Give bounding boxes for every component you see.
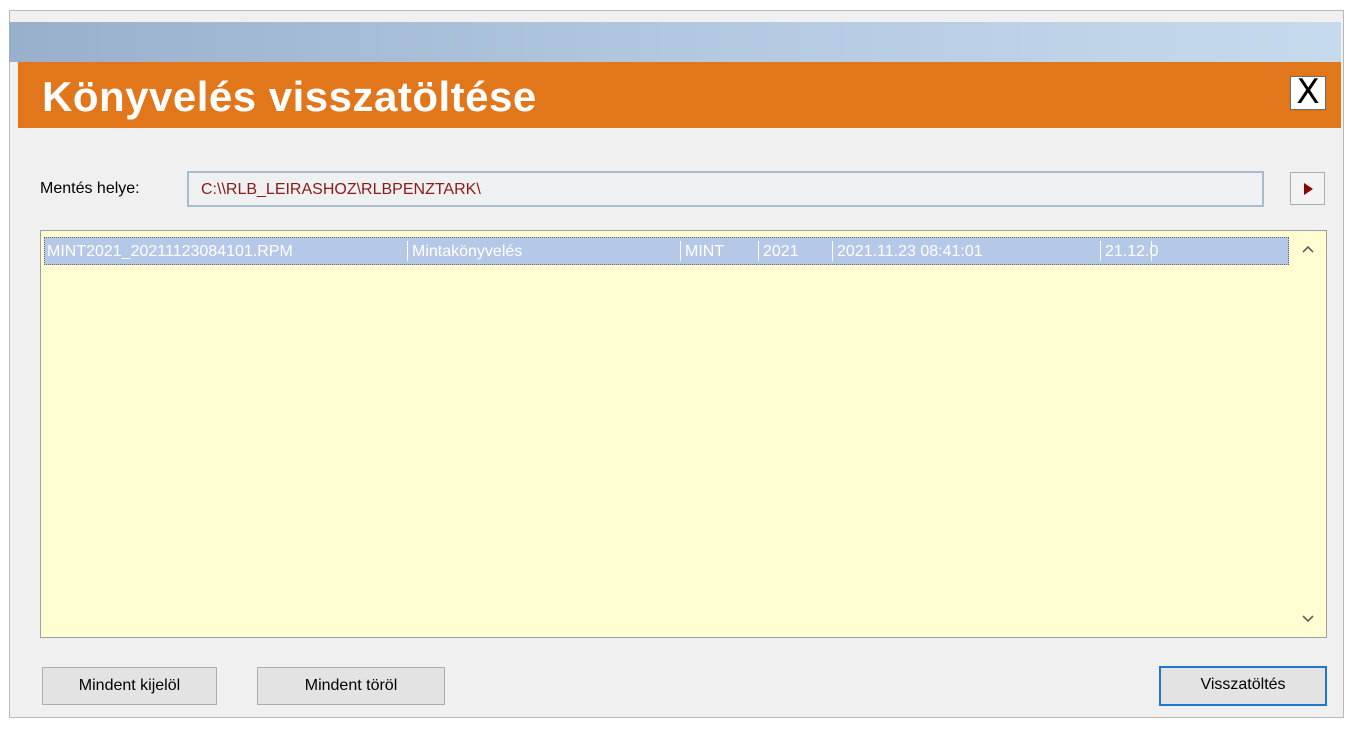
- column-separator: [758, 241, 759, 261]
- save-location-label: Mentés helye:: [40, 180, 140, 197]
- select-all-button[interactable]: Mindent kijelöl: [42, 667, 217, 705]
- dialog-title: Könyvelés visszatöltése: [42, 73, 537, 120]
- close-icon: X: [1296, 72, 1320, 112]
- chevron-down-icon[interactable]: [1300, 611, 1316, 627]
- play-arrow-icon: [1304, 183, 1313, 195]
- chevron-up-icon[interactable]: [1300, 241, 1316, 257]
- file-name-cell: MINT2021_20211123084101.RPM: [47, 243, 293, 260]
- clear-all-button[interactable]: Mindent töröl: [257, 667, 445, 705]
- window-caption-strip: [9, 22, 1341, 62]
- column-separator: [1151, 241, 1152, 261]
- code-cell: MINT: [685, 243, 725, 260]
- column-separator: [832, 241, 833, 261]
- close-button[interactable]: X: [1290, 75, 1326, 110]
- year-cell: 2021: [763, 243, 799, 260]
- name-cell: Mintakönyvelés: [412, 243, 523, 260]
- datetime-cell: 2021.11.23 08:41:01: [837, 243, 983, 260]
- list-item[interactable]: MINT2021_20211123084101.RPM Mintakönyvel…: [44, 237, 1289, 265]
- dialog-title-bar: Könyvelés visszatöltése X: [18, 62, 1341, 128]
- backup-list[interactable]: MINT2021_20211123084101.RPM Mintakönyvel…: [40, 230, 1327, 638]
- restore-button[interactable]: Visszatöltés: [1159, 666, 1327, 706]
- column-separator: [680, 241, 681, 261]
- browse-button[interactable]: [1290, 172, 1325, 205]
- column-separator: [407, 241, 408, 261]
- save-location-field[interactable]: C:\\RLB_LEIRASHOZ\RLBPENZTARK\: [187, 171, 1264, 207]
- column-separator: [1100, 241, 1101, 261]
